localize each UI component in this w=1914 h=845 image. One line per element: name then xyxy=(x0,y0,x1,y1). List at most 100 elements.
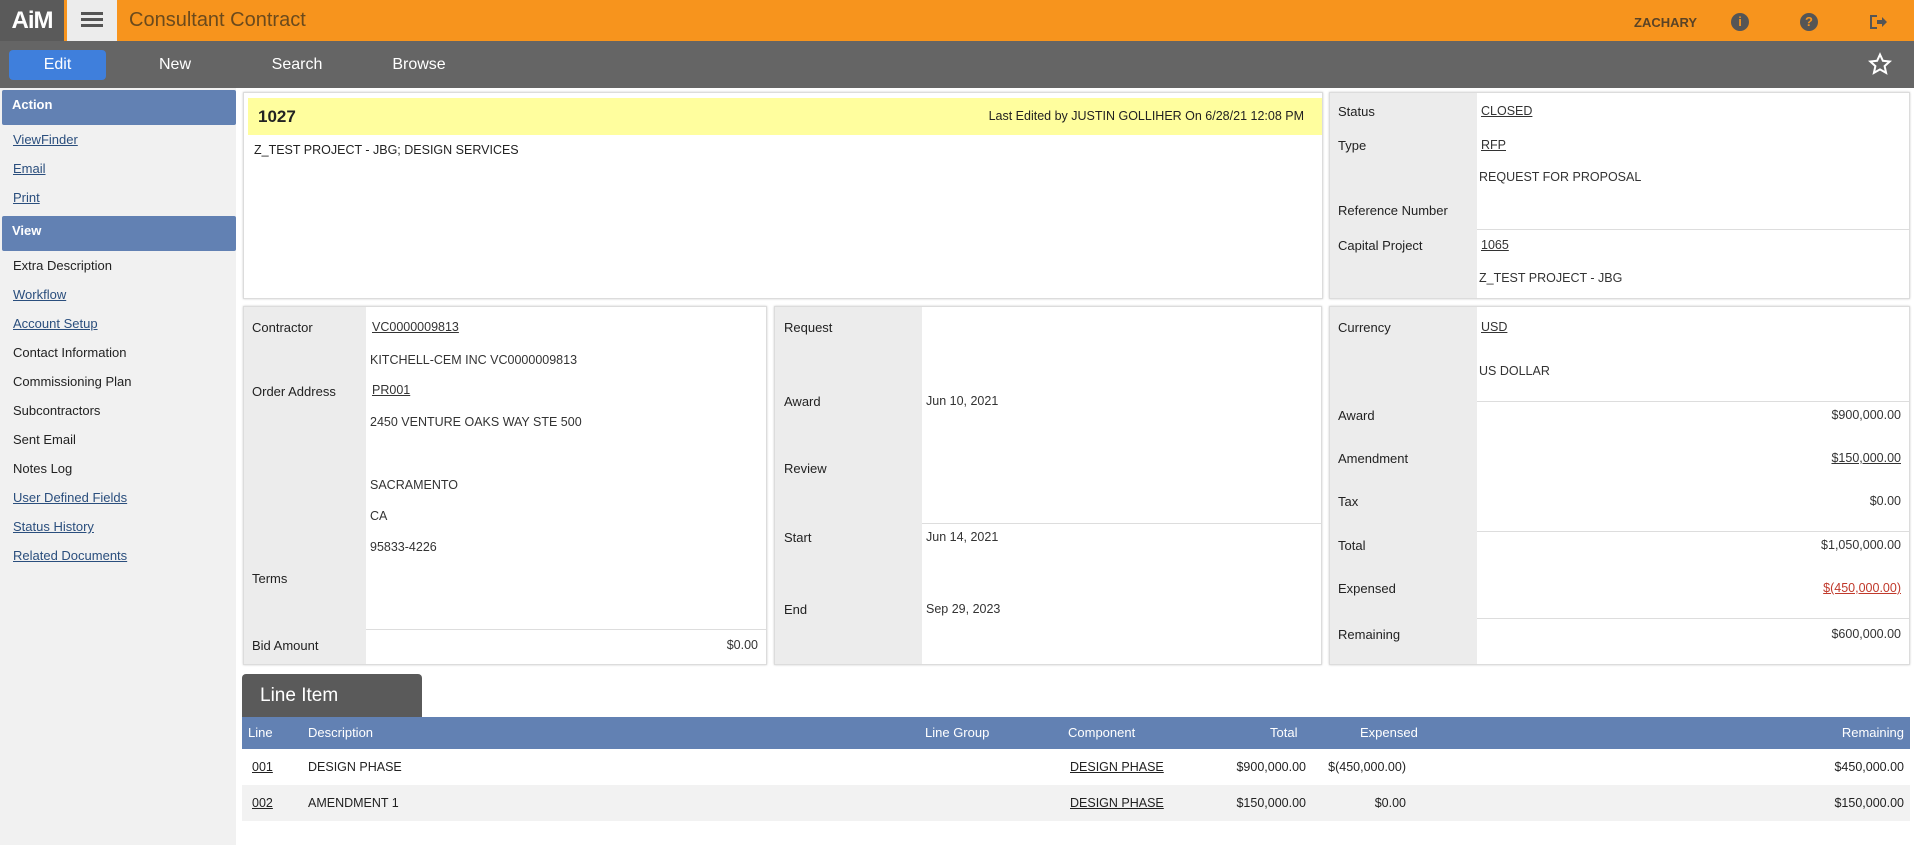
capital-project-description: Z_TEST PROJECT - JBG xyxy=(1479,271,1623,285)
record-description[interactable]: Z_TEST PROJECT - JBG; DESIGN SERVICES xyxy=(254,143,519,157)
tab-line-item[interactable]: Line Item xyxy=(242,674,422,717)
end-date-label: End xyxy=(784,602,808,617)
command-bar: Edit New Search Browse xyxy=(0,41,1914,88)
type-value[interactable]: RFP xyxy=(1481,138,1506,152)
new-button[interactable]: New xyxy=(140,50,210,80)
sidebar-item-subcontractors[interactable]: Subcontractors xyxy=(0,396,236,425)
record-number: 1027 xyxy=(258,107,296,126)
edit-button[interactable]: Edit xyxy=(9,50,106,80)
award-date-label: Award xyxy=(784,394,821,409)
divider xyxy=(1477,229,1909,230)
sidebar-item-sent-email[interactable]: Sent Email xyxy=(0,425,236,454)
sidebar-item-commissioning-plan[interactable]: Commissioning Plan xyxy=(0,367,236,396)
remaining-value: $600,000.00 xyxy=(1831,627,1901,641)
divider xyxy=(366,629,766,630)
amendment-value[interactable]: $150,000.00 xyxy=(1831,451,1901,465)
sidebar-item-related-documents[interactable]: Related Documents xyxy=(0,541,236,570)
column-line-group[interactable]: Line Group xyxy=(925,717,989,749)
page-title: Consultant Contract xyxy=(129,9,306,31)
column-description[interactable]: Description xyxy=(308,717,373,749)
row-component[interactable]: DESIGN PHASE xyxy=(1070,785,1164,821)
sidebar-item-account-setup[interactable]: Account Setup xyxy=(0,309,236,338)
sidebar: Action ViewFinder Email Print View Extra… xyxy=(0,88,236,845)
column-line[interactable]: Line xyxy=(248,717,273,749)
row-remaining: $450,000.00 xyxy=(1834,760,1904,774)
row-expensed: $0.00 xyxy=(1374,796,1406,810)
reference-number-label: Reference Number xyxy=(1338,203,1448,218)
column-total[interactable]: Total xyxy=(1270,717,1297,749)
total-value: $1,050,000.00 xyxy=(1821,538,1901,552)
status-value[interactable]: CLOSED xyxy=(1481,104,1532,118)
column-expensed[interactable]: Expensed xyxy=(1360,717,1418,749)
bid-amount-label: Bid Amount xyxy=(252,638,319,653)
top-bar: AiM Consultant Contract ZACHARY i ? xyxy=(0,0,1914,41)
row-total: $150,000.00 xyxy=(1236,796,1306,810)
status-label: Status xyxy=(1338,104,1375,119)
column-remaining[interactable]: Remaining xyxy=(1842,717,1904,749)
capital-project-value[interactable]: 1065 xyxy=(1481,238,1509,252)
end-date-value: Sep 29, 2023 xyxy=(926,602,1001,616)
currency-value[interactable]: USD xyxy=(1481,320,1507,334)
remaining-label: Remaining xyxy=(1338,627,1401,642)
divider xyxy=(1477,531,1909,532)
app-logo: AiM xyxy=(0,0,64,41)
sidebar-item-email[interactable]: Email xyxy=(0,154,236,183)
info-icon[interactable]: i xyxy=(1731,13,1749,31)
contractor-value[interactable]: VC0000009813 xyxy=(372,320,459,334)
table-row[interactable]: 002 AMENDMENT 1 DESIGN PHASE $150,000.00… xyxy=(242,785,1910,821)
sidebar-item-workflow[interactable]: Workflow xyxy=(0,280,236,309)
address-city: SACRAMENTO xyxy=(370,478,458,492)
type-description: REQUEST FOR PROPOSAL xyxy=(1479,170,1642,184)
expensed-value[interactable]: $(450,000.00) xyxy=(1823,581,1901,595)
tax-value: $0.00 xyxy=(1869,494,1901,508)
divider xyxy=(1477,401,1909,402)
row-total: $900,000.00 xyxy=(1236,760,1306,774)
browse-button[interactable]: Browse xyxy=(384,50,454,80)
sidebar-item-print[interactable]: Print xyxy=(0,183,236,212)
row-line-number[interactable]: 002 xyxy=(252,785,273,821)
review-label: Review xyxy=(784,461,827,476)
column-component[interactable]: Component xyxy=(1068,717,1135,749)
search-button[interactable]: Search xyxy=(262,50,332,80)
address-state: CA xyxy=(370,509,388,523)
divider xyxy=(1477,618,1909,619)
row-expensed: $(450,000.00) xyxy=(1328,760,1406,774)
sidebar-heading-view: View xyxy=(2,216,236,251)
total-label: Total xyxy=(1338,538,1366,553)
row-remaining: $150,000.00 xyxy=(1834,796,1904,810)
sidebar-item-notes-log[interactable]: Notes Log xyxy=(0,454,236,483)
sidebar-item-contact-information[interactable]: Contact Information xyxy=(0,338,236,367)
row-component[interactable]: DESIGN PHASE xyxy=(1070,749,1164,785)
dates-panel: Request Award Jun 10, 2021 Review Start … xyxy=(774,306,1322,665)
menu-icon[interactable] xyxy=(67,0,117,41)
finance-panel: Currency USD US DOLLAR Award $900,000.00… xyxy=(1329,306,1910,665)
row-line-number[interactable]: 001 xyxy=(252,749,273,785)
sidebar-item-extra-description[interactable]: Extra Description xyxy=(0,251,236,280)
help-icon[interactable]: ? xyxy=(1800,13,1818,31)
sidebar-heading-action: Action xyxy=(2,90,236,125)
table-row[interactable]: 001 DESIGN PHASE DESIGN PHASE $900,000.0… xyxy=(242,749,1910,785)
award-date-value: Jun 10, 2021 xyxy=(926,394,999,408)
sidebar-item-viewfinder[interactable]: ViewFinder xyxy=(0,125,236,154)
type-label: Type xyxy=(1338,138,1367,153)
bid-amount-value: $0.00 xyxy=(726,638,758,652)
start-date-label: Start xyxy=(784,530,812,545)
last-edited: Last Edited by JUSTIN GOLLIHER On 6/28/2… xyxy=(988,109,1304,123)
finance-label-column xyxy=(1330,307,1477,664)
order-address-label: Order Address xyxy=(252,384,336,399)
order-address-value[interactable]: PR001 xyxy=(372,383,410,397)
currency-label: Currency xyxy=(1338,320,1391,335)
record-banner: 1027 Last Edited by JUSTIN GOLLIHER On 6… xyxy=(248,98,1322,135)
contractor-description: KITCHELL-CEM INC VC0000009813 xyxy=(370,353,578,367)
contractor-label: Contractor xyxy=(252,320,313,335)
contractor-label-column xyxy=(244,307,366,664)
row-description: DESIGN PHASE xyxy=(308,760,402,774)
star-icon[interactable] xyxy=(1868,52,1892,76)
expensed-label: Expensed xyxy=(1338,581,1396,596)
sidebar-item-user-defined-fields[interactable]: User Defined Fields xyxy=(0,483,236,512)
user-name[interactable]: ZACHARY xyxy=(1634,0,1697,46)
terms-label: Terms xyxy=(252,571,288,586)
record-header-panel: 1027 Last Edited by JUSTIN GOLLIHER On 6… xyxy=(243,92,1323,299)
logout-icon[interactable] xyxy=(1868,13,1888,31)
sidebar-item-status-history[interactable]: Status History xyxy=(0,512,236,541)
